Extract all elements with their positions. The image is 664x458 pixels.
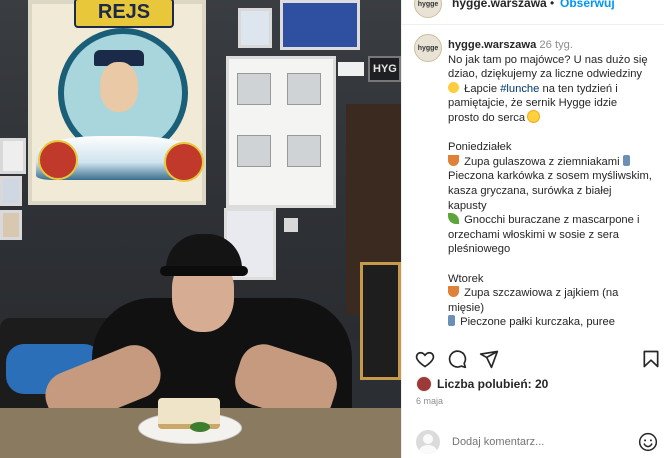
comment-input[interactable]	[452, 436, 622, 448]
likes-count[interactable]: Liczba polubień: 20	[416, 376, 548, 392]
caption-line: kasza gryczana, surówka z białej	[448, 184, 656, 199]
caption-line: Zupa gulaszowa z ziemniakami	[448, 154, 656, 170]
caption-line: Łapcie #lunche na ten tydzień i	[448, 81, 656, 97]
header-divider	[402, 24, 664, 25]
follow-button[interactable]: Obserwuj	[560, 0, 615, 10]
caption-text: Wtorek	[448, 272, 484, 285]
caption-avatar[interactable]: hygge	[414, 34, 442, 62]
caption-line: dziao, dziękujemy za liczne odwiedziny	[448, 67, 656, 82]
caption-text: Zupa szczawiowa z jajkiem (na	[461, 287, 619, 300]
caption-line: kapusty	[448, 199, 656, 214]
bowl-emoji-icon	[448, 286, 459, 298]
caption-text: Łapcie	[461, 82, 501, 95]
caption-text: orzechami włoskimi w sosie z sera	[448, 228, 619, 241]
photo-cheesecake	[158, 398, 220, 429]
caption-text: pleśniowego	[448, 243, 511, 256]
photo-blue-frame	[280, 0, 360, 50]
user-avatar	[416, 430, 440, 454]
caption-text: Pieczone pałki kurczaka, puree	[457, 316, 615, 329]
caption-text: No jak tam po majówce? U nas dużo się	[448, 53, 648, 66]
photo-poster: REJS	[28, 0, 206, 205]
glass-emoji-icon	[448, 315, 455, 327]
caption-text: prosto do serca	[448, 111, 529, 124]
caption-line: Gnocchi buraczane z mascarpone i	[448, 213, 656, 228]
caption-line: Poniedziałek	[448, 140, 656, 155]
caption-line: Wtorek	[448, 272, 656, 287]
post-header: hygge hygge.warszawa • Obserwuj	[402, 0, 664, 30]
likes-label: Liczba polubień: 20	[437, 377, 549, 391]
caption-line: orzechami włoskimi w sosie z sera	[448, 228, 656, 243]
share-icon[interactable]	[478, 348, 500, 370]
caption-text: Poniedziałek	[448, 141, 512, 154]
caption-text: pamiętajcie, że sernik Hygge idzie	[448, 97, 618, 110]
caption-text: dziao, dziękujemy za liczne odwiedziny	[448, 68, 643, 81]
sun-emoji-icon	[528, 110, 540, 122]
caption-line: mięsie)	[448, 301, 656, 316]
caption-text: na ten tydzień i	[539, 82, 618, 95]
post-sidebar: hygge hygge.warszawa • Obserwuj hygge hy…	[401, 0, 664, 458]
caption-line: Pieczona karkówka z sosem myśliwskim,	[448, 169, 656, 184]
instagram-post-window: REJS HYG hygge hygge.warszawa • Obserwuj…	[0, 0, 664, 458]
caption-line: Zupa szczawiowa z jajkiem (na	[448, 286, 656, 301]
photo-gallery-frame	[226, 56, 336, 208]
bowl-emoji-icon	[448, 154, 459, 166]
comment-icon[interactable]	[446, 348, 468, 370]
caption-username[interactable]: hygge.warszawa	[448, 39, 536, 51]
post-caption: hygge.warszawa 26 tyg. No jak tam po maj…	[448, 38, 656, 330]
caption-text: kasza gryczana, surówka z białej	[448, 184, 612, 197]
caption-line: pamiętajcie, że sernik Hygge idzie	[448, 96, 656, 111]
header-separator: •	[550, 0, 555, 10]
liker-avatar	[416, 376, 432, 392]
bookmark-icon[interactable]	[640, 348, 662, 370]
photo-chalkboard	[360, 262, 401, 380]
header-username[interactable]: hygge.warszawa	[452, 0, 547, 10]
caption-line: Pieczone pałki kurczaka, puree	[448, 315, 656, 330]
caption-text: kapusty	[448, 199, 487, 212]
caption-text: Pieczona karkówka z sosem myśliwskim,	[448, 170, 652, 183]
header-avatar[interactable]: hygge	[414, 0, 442, 18]
post-photo[interactable]: REJS HYG	[0, 0, 401, 458]
comment-bar	[402, 424, 664, 458]
glass-emoji-icon	[622, 154, 630, 166]
caption-gap	[448, 257, 656, 272]
caption-text: Zupa gulaszowa z ziemniakami	[461, 155, 623, 168]
smile-emoji-icon	[448, 81, 459, 93]
action-bar	[402, 340, 664, 376]
emoji-icon[interactable]	[638, 432, 658, 452]
post-date: 6 maja	[416, 396, 444, 406]
caption-gap	[448, 126, 656, 141]
caption-line: prosto do serca	[448, 110, 656, 126]
heart-icon[interactable]	[414, 348, 436, 370]
caption-first-line: hygge.warszawa 26 tyg. No jak tam po maj…	[448, 38, 656, 67]
caption-text: mięsie)	[448, 301, 485, 314]
leaf-emoji-icon	[448, 213, 459, 225]
caption-line: pleśniowego	[448, 242, 656, 257]
caption-text: Gnocchi buraczane z mascarpone i	[461, 214, 640, 227]
hashtag-link[interactable]: #lunche	[500, 83, 539, 95]
caption-time: 26 tyg.	[539, 39, 573, 51]
